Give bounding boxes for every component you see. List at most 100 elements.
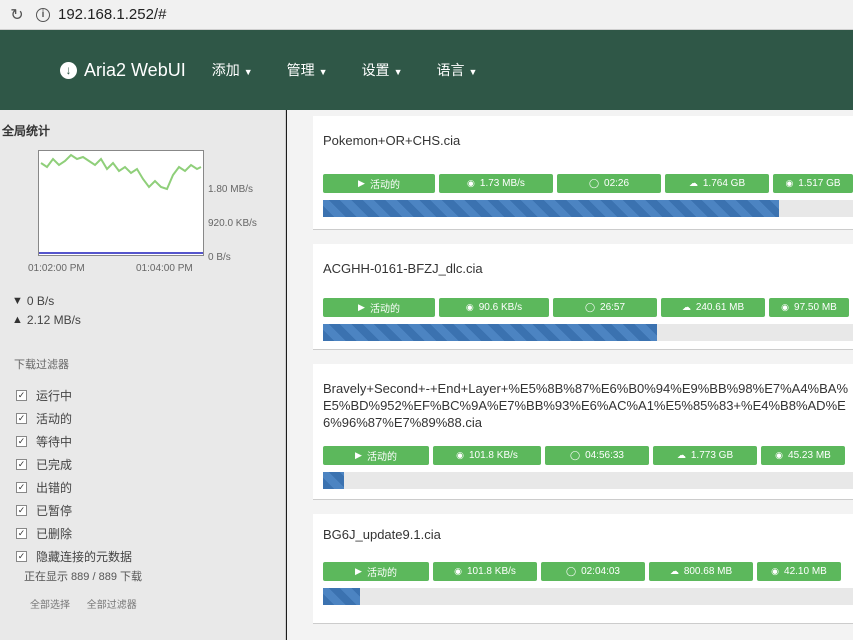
progress-fill <box>323 588 361 605</box>
sidebar: 全局统计 1.80 MB/s 920.0 KB/s 0 B/s 01:02:00… <box>0 110 286 640</box>
reload-icon[interactable]: ↻ <box>0 5 34 25</box>
cloud-icon: ☁ <box>688 178 698 188</box>
download-icon: ↓ <box>60 61 77 79</box>
menu-settings[interactable]: 设置 ▼ <box>362 60 403 80</box>
nav-menu: 添加 ▼ 管理 ▼ 设置 ▼ 语言 ▼ <box>212 60 512 80</box>
brand[interactable]: ↓ Aria2 WebUI <box>60 60 186 81</box>
checkbox[interactable]: ✓ <box>16 551 27 562</box>
filter-paused[interactable]: ✓ 已暂停 <box>16 499 132 522</box>
filter-active[interactable]: ✓ 活动的 <box>16 407 132 430</box>
downloaded-pill: ◉ 45.23 MB <box>761 446 845 465</box>
filter-label: 隐藏连接的元数据 <box>36 550 133 564</box>
status-pill[interactable]: ▶ 活动的 <box>323 562 429 581</box>
download-item[interactable]: ACGHH-0161-BFZJ_dlc.cia ▶ 活动的 ◉ 90.6 KB/s … <box>313 244 853 350</box>
download-stats: ▶ 活动的 ◉ 90.6 KB/s ◯ 26:57 ☁ 240.61 MB ◉ 97.50… <box>323 298 853 317</box>
checkbox[interactable]: ✓ <box>16 505 27 516</box>
clock-icon: ◯ <box>569 450 581 460</box>
cloud-icon: ☁ <box>669 566 679 576</box>
checkbox[interactable]: ✓ <box>16 436 27 447</box>
filter-removed[interactable]: ✓ 已删除 <box>16 522 132 545</box>
speed-graph <box>38 150 204 256</box>
filter-waiting[interactable]: ✓ 等待中 <box>16 430 132 453</box>
download-stats: ▶ 活动的 ◉ 1.73 MB/s ◯ 02:26 ☁ 1.764 GB ◉ 1.517 … <box>323 174 853 193</box>
play-icon: ▶ <box>358 178 365 188</box>
arrow-down-circle-icon: ◉ <box>465 302 474 312</box>
speed-label: 101.8 KB/s <box>468 450 518 461</box>
size-pill: ☁ 800.68 MB <box>649 562 753 581</box>
menu-language[interactable]: 语言 ▼ <box>436 60 477 80</box>
y-tick: 920.0 KB/s <box>208 218 257 229</box>
cloud-icon: ☁ <box>676 450 686 460</box>
clock-icon: ◯ <box>588 178 600 188</box>
toggle-filters-link[interactable]: 全部过滤器 <box>87 600 137 611</box>
arrow-up-circle-icon: ▲ <box>12 314 23 326</box>
downloaded-label: 97.50 MB <box>794 302 837 313</box>
eta-pill: ◯ 26:57 <box>553 298 657 317</box>
cloud-icon: ☁ <box>681 302 691 312</box>
filter-hide-metadata[interactable]: ✓ 隐藏连接的元数据 <box>16 545 132 568</box>
size-label: 240.61 MB <box>695 302 745 313</box>
downloaded-label: 45.23 MB <box>788 450 831 461</box>
download-item[interactable]: Bravely+Second+-+End+Layer+%E5%8B%87%E6%… <box>313 364 853 500</box>
checkbox[interactable]: ✓ <box>16 390 27 401</box>
progress-bar <box>323 472 853 489</box>
menu-add[interactable]: 添加 ▼ <box>212 60 253 80</box>
browser-toolbar: ↻ i 192.168.1.252/# <box>0 0 853 30</box>
checkbox[interactable]: ✓ <box>16 459 27 470</box>
filter-error[interactable]: ✓ 出错的 <box>16 476 132 499</box>
url-text: 192.168.1.252/# <box>58 6 167 23</box>
progress-bar <box>323 588 853 605</box>
download-name: Bravely+Second+-+End+Layer+%E5%8B%87%E6%… <box>323 381 849 430</box>
address-bar[interactable]: i 192.168.1.252/# <box>36 4 166 26</box>
select-all-link[interactable]: 全部选择 <box>30 600 70 611</box>
menu-add-label: 添加 <box>211 62 240 78</box>
eta-label: 04:56:33 <box>585 450 624 461</box>
upload-speed-value: 2.12 MB/s <box>26 313 81 327</box>
arrow-down-circle-icon: ◉ <box>454 566 462 576</box>
caret-down-icon: ▼ <box>393 67 403 77</box>
status-pill[interactable]: ▶ 活动的 <box>323 446 429 465</box>
download-speed-value: 0 B/s <box>26 294 55 308</box>
status-pill[interactable]: ▶ 活动的 <box>323 298 435 317</box>
size-pill: ☁ 1.773 GB <box>653 446 757 465</box>
filter-running[interactable]: ✓ 运行中 <box>16 384 132 407</box>
caret-down-icon: ▼ <box>468 67 478 77</box>
menu-manage[interactable]: 管理 ▼ <box>287 60 328 80</box>
progress-bar <box>323 324 853 341</box>
speed-pill: ◉ 101.8 KB/s <box>433 562 537 581</box>
filter-label: 等待中 <box>36 435 73 449</box>
checkbox[interactable]: ✓ <box>16 482 27 493</box>
download-icon: ◉ <box>771 566 780 576</box>
status-label: 活动的 <box>369 304 400 315</box>
y-tick: 0 B/s <box>208 252 231 263</box>
download-name: Pokemon+OR+CHS.cia <box>323 133 461 148</box>
arrow-down-circle-icon: ◉ <box>456 450 464 460</box>
x-tick: 01:04:00 PM <box>136 263 193 274</box>
download-name: BG6J_update9.1.cia <box>323 527 441 542</box>
progress-fill <box>323 200 779 217</box>
download-stats: ▶ 活动的 ◉ 101.8 KB/s ◯ 02:04:03 ☁ 800.68 MB ◉ 4… <box>323 562 845 581</box>
filter-complete[interactable]: ✓ 已完成 <box>16 453 132 476</box>
speed-pill: ◉ 1.73 MB/s <box>439 174 553 193</box>
play-icon: ▶ <box>358 302 365 312</box>
status-label: 活动的 <box>366 452 397 463</box>
speed-summary: ▼ 0 B/s ▲ 2.12 MB/s <box>12 294 81 332</box>
brand-label: Aria2 WebUI <box>84 59 186 80</box>
status-pill[interactable]: ▶ 活动的 <box>323 174 435 193</box>
size-label: 800.68 MB <box>683 566 733 577</box>
checkbox[interactable]: ✓ <box>16 528 27 539</box>
download-speed: ▼ 0 B/s <box>12 294 81 308</box>
size-label: 1.773 GB <box>690 450 734 461</box>
download-item[interactable]: Pokemon+OR+CHS.cia ▶ 活动的 ◉ 1.73 MB/s ◯ 02:2… <box>313 116 853 230</box>
checkbox[interactable]: ✓ <box>16 413 27 424</box>
download-icon: ◉ <box>775 450 784 460</box>
info-icon[interactable]: i <box>36 7 50 22</box>
download-list: Pokemon+OR+CHS.cia ▶ 活动的 ◉ 1.73 MB/s ◯ 02:2… <box>287 110 853 640</box>
status-label: 活动的 <box>366 568 397 579</box>
speed-label: 90.6 KB/s <box>478 302 523 313</box>
menu-language-label: 语言 <box>436 62 465 78</box>
filter-label: 出错的 <box>36 481 73 495</box>
status-label: 活动的 <box>369 180 400 191</box>
speed-graph-svg <box>39 153 203 254</box>
download-item[interactable]: BG6J_update9.1.cia ▶ 活动的 ◉ 101.8 KB/s ◯ 02:… <box>313 514 853 624</box>
